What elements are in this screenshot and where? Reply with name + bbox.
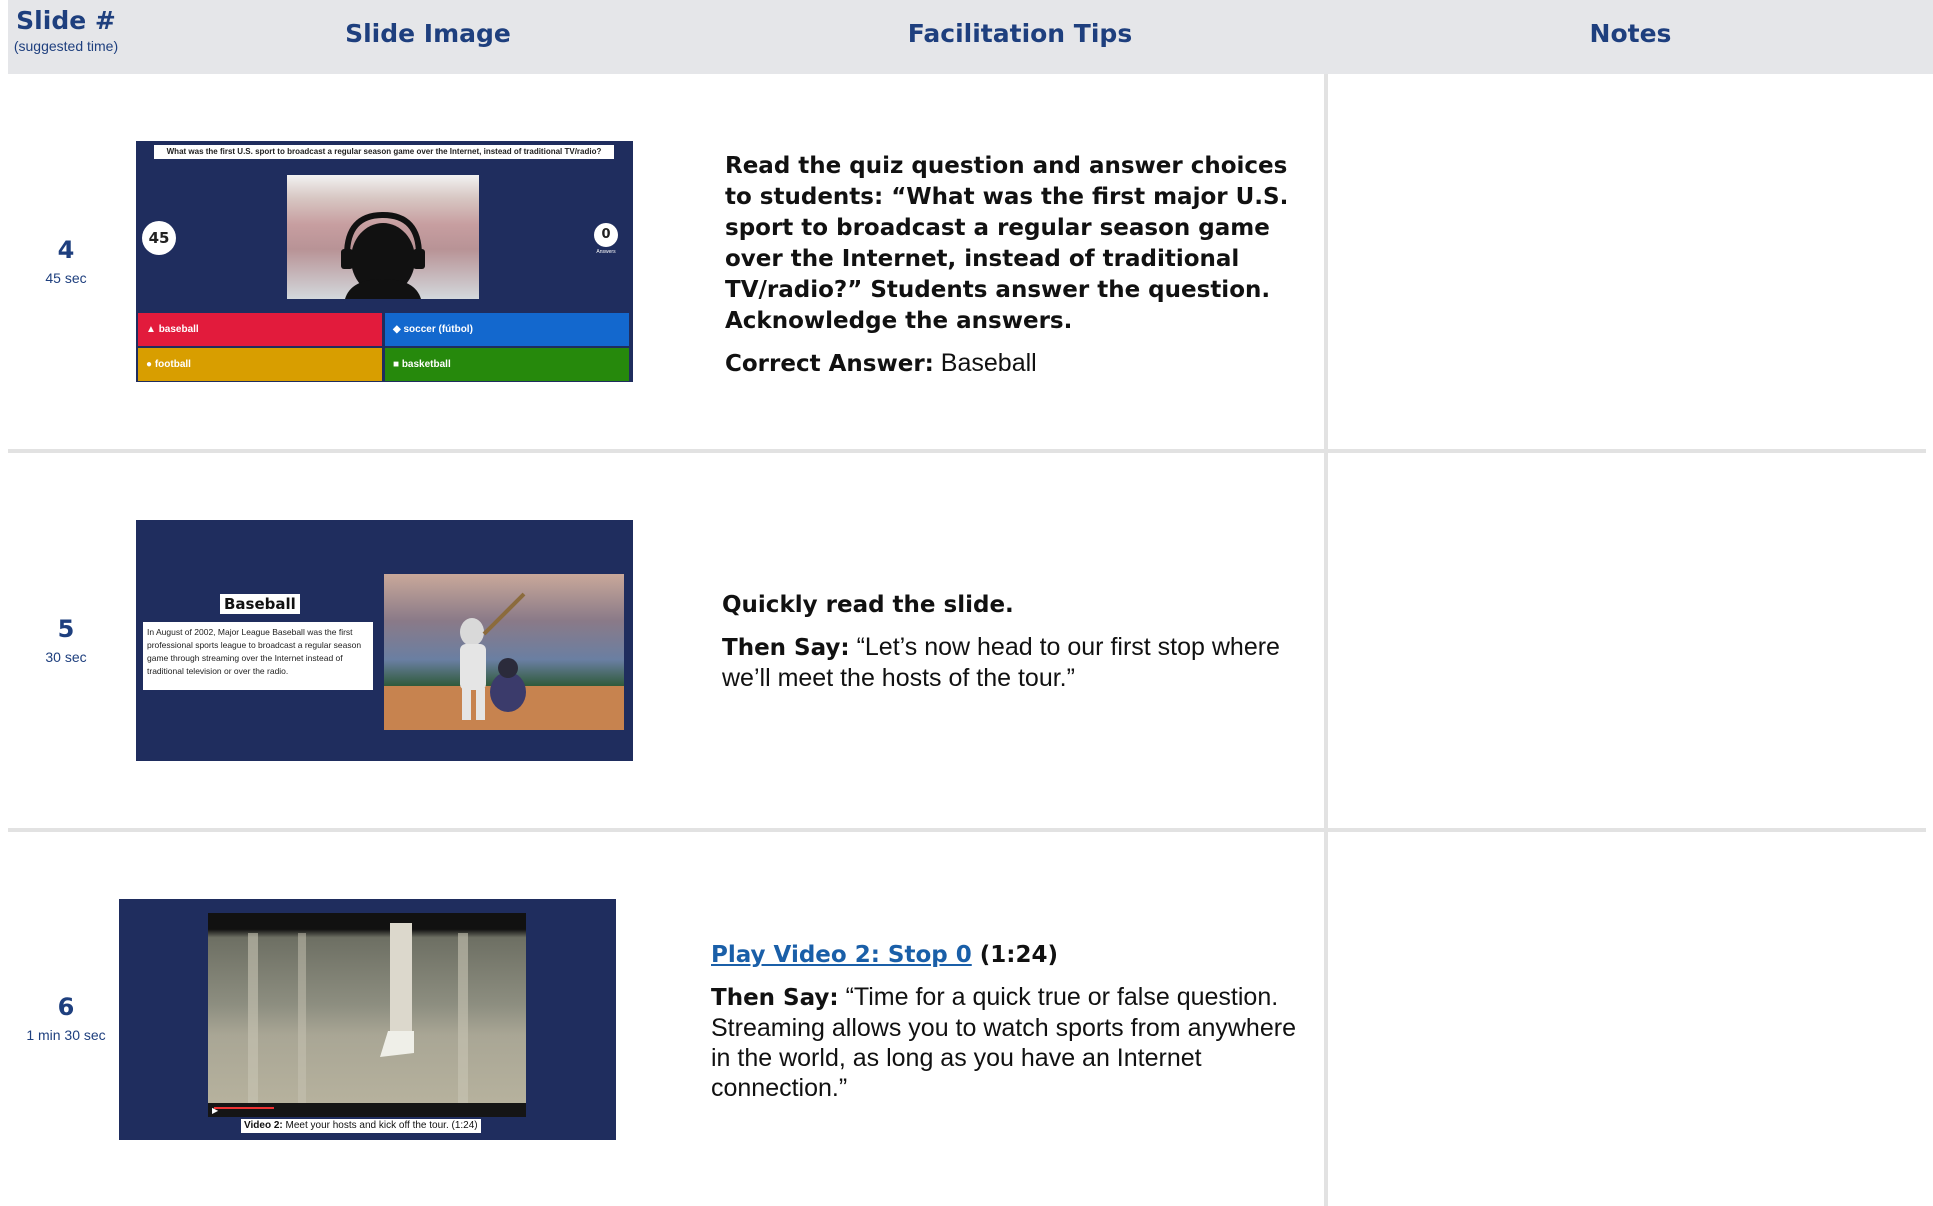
video-duration: (1:24) <box>971 942 1058 968</box>
quiz-question: What was the first U.S. sport to broadca… <box>154 145 614 159</box>
video-caption-text: Meet your hosts and kick off the tour. (… <box>282 1120 478 1131</box>
answers-label: Answers <box>596 249 616 255</box>
slide-number: 6 <box>57 993 75 1021</box>
suggested-time: 45 sec <box>45 270 87 286</box>
then-say-label: Then Say: <box>722 635 850 661</box>
baseball-title: Baseball <box>220 594 300 614</box>
video-player[interactable]: ▶ <box>208 913 526 1117</box>
answer-choice-green: ■ basketball <box>385 348 629 381</box>
answer-label: soccer (fútbol) <box>403 324 473 335</box>
facilitation-tips-cell: Play Video 2: Stop 0 (1:24) Then Say: “T… <box>711 939 1311 1115</box>
slide-image-video: ▶ Video 2: Meet your hosts and kick off … <box>119 899 616 1140</box>
headphones-silhouette-icon <box>341 211 425 299</box>
then-say-label: Then Say: <box>711 985 839 1011</box>
slide-number: 5 <box>57 615 75 643</box>
header-notes: Notes <box>1589 19 1672 48</box>
triangle-icon: ▲ <box>146 324 159 335</box>
column-divider <box>1324 74 1328 1206</box>
square-icon: ■ <box>393 359 402 370</box>
suggested-time: 30 sec <box>45 649 87 665</box>
answers-count-badge: 0 <box>594 223 618 247</box>
facilitation-tips-cell: Read the quiz question and answer choice… <box>725 150 1305 391</box>
stadium-photo <box>287 175 479 299</box>
header-slide-number-title: Slide # <box>16 6 116 35</box>
slide-number: 4 <box>57 236 75 264</box>
correct-answer-value: Baseball <box>933 349 1037 377</box>
batter-silhouette-icon <box>384 592 624 730</box>
diamond-icon: ◆ <box>393 324 404 335</box>
header-slide-image: Slide Image <box>345 19 511 48</box>
slide-image-quiz: What was the first U.S. sport to broadca… <box>136 141 633 382</box>
timer-badge: 45 <box>142 221 176 255</box>
slide-number-cell: 4 45 sec <box>8 236 124 286</box>
answer-choice-yellow: ● football <box>138 348 382 381</box>
correct-answer-label: Correct Answer: <box>725 351 934 377</box>
answer-label: football <box>154 359 191 370</box>
header-slide-number: Slide # (suggested time) <box>8 6 124 54</box>
video-caption: Video 2: Meet your hosts and kick off th… <box>241 1119 481 1133</box>
facilitation-tips-cell: Quickly read the slide. Then Say: “Let’s… <box>722 589 1302 705</box>
video-caption-label: Video 2: <box>244 1120 283 1131</box>
answer-choice-red: ▲ baseball <box>138 313 382 346</box>
header-suggested-time: (suggested time) <box>13 38 119 54</box>
circle-icon: ● <box>146 359 155 370</box>
play-video-link[interactable]: Play Video 2: Stop 0 <box>711 942 972 968</box>
tips-instruction: Read the quiz question and answer choice… <box>725 153 1289 334</box>
tips-instruction: Quickly read the slide. <box>722 592 1014 618</box>
slide-number-cell: 6 1 min 30 sec <box>8 993 124 1043</box>
play-icon[interactable]: ▶ <box>212 1106 218 1116</box>
row-divider <box>8 828 1926 832</box>
answer-label: baseball <box>158 324 199 335</box>
slide-number-cell: 5 30 sec <box>8 615 124 665</box>
baseball-photo <box>384 574 624 730</box>
slide-image-baseball: Baseball In August of 2002, Major League… <box>136 520 633 761</box>
table-header: Slide # (suggested time) Slide Image Fac… <box>8 0 1933 74</box>
answer-label: basketball <box>401 359 451 370</box>
video-frame-icon <box>208 923 526 1117</box>
row-divider <box>8 449 1926 453</box>
header-facilitation-tips: Facilitation Tips <box>907 19 1133 48</box>
baseball-body: In August of 2002, Major League Baseball… <box>143 622 373 690</box>
suggested-time: 1 min 30 sec <box>26 1027 106 1043</box>
answer-choice-blue: ◆ soccer (fútbol) <box>385 313 629 346</box>
